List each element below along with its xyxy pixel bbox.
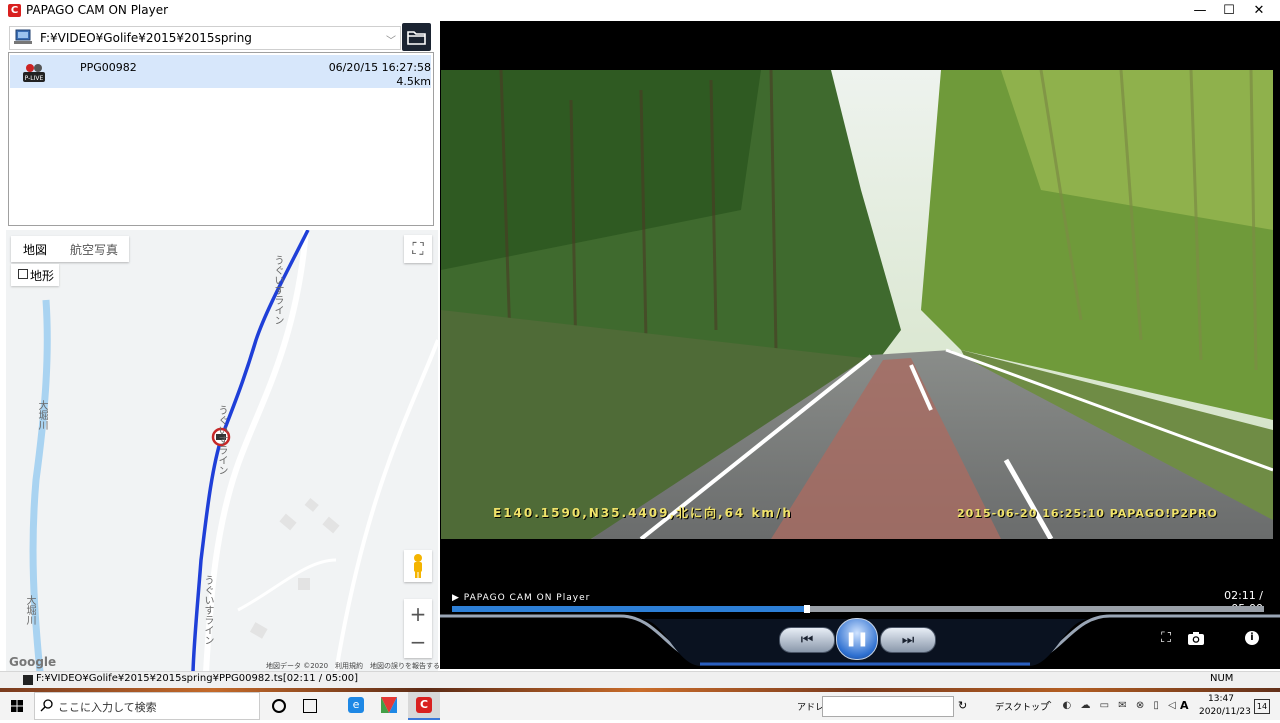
player-label: ▶ PAPAGO CAM ON Player (452, 593, 591, 603)
road-label: うぐいすライン (202, 575, 213, 645)
notification-icon[interactable]: 14 (1254, 699, 1270, 714)
p-live-icon: P-LIVE (22, 63, 46, 83)
search-placeholder: ここに入力して検索 (58, 701, 157, 714)
file-distance: 4.5km (396, 75, 431, 88)
river-label: 大堀川 (24, 595, 35, 625)
zoom-in-button[interactable]: + (404, 601, 432, 627)
map-fullscreen-button[interactable]: ⛶ (404, 235, 432, 263)
refresh-icon[interactable]: ↻ (958, 699, 967, 712)
snapshot-button[interactable] (1187, 630, 1205, 646)
window-title: PAPAGO CAM ON Player (26, 3, 169, 17)
pause-button[interactable]: ❚❚ (836, 618, 878, 660)
tab-map[interactable]: 地図 (23, 241, 47, 258)
terrain-label: 地形 (30, 269, 55, 283)
info-button[interactable]: i (1245, 631, 1259, 645)
title-bar (0, 0, 1280, 21)
address-input[interactable] (822, 696, 954, 717)
edge-icon[interactable]: e (348, 697, 364, 713)
path-text: F:¥VIDEO¥Golife¥2015¥2015spring (40, 31, 252, 45)
task-view-icon[interactable] (303, 699, 317, 713)
minimize-button[interactable]: — (1185, 0, 1215, 21)
close-button[interactable]: ✕ (1244, 0, 1274, 21)
camera-icon (1188, 632, 1204, 645)
road-label: うぐいすライン (272, 255, 283, 325)
skip-back-icon: ⏮ (800, 632, 814, 648)
taskbar-app-icon[interactable] (381, 697, 397, 713)
papago-icon: C (416, 697, 432, 713)
open-folder-button[interactable] (402, 23, 431, 51)
seek-handle[interactable] (804, 605, 810, 613)
windows-icon (11, 700, 23, 712)
clock-date[interactable]: 2020/11/23 (1199, 707, 1251, 717)
street-view-button[interactable] (404, 550, 432, 582)
zoom-out-button[interactable]: − (404, 629, 432, 655)
app-icon: C (8, 4, 21, 17)
dashcam-image (441, 70, 1273, 539)
next-button[interactable]: ⏭ (880, 627, 936, 653)
gps-speed-overlay: E140.1590,N35.4409,北に向,64 km/h (493, 506, 793, 520)
taskbar-papago-button[interactable]: C (408, 692, 440, 720)
status-text: F:¥VIDEO¥Golife¥2015¥2015spring¥PPG00982… (36, 673, 359, 684)
seek-progress (452, 606, 807, 612)
play-status-icon (23, 675, 33, 685)
file-name: PPG00982 (80, 61, 137, 74)
chevron-down-icon[interactable]: ﹀ (386, 32, 396, 47)
svg-text:P-LIVE: P-LIVE (25, 75, 44, 82)
clock-time[interactable]: 13:47 (1199, 694, 1243, 704)
drive-icon (14, 29, 32, 44)
road (237, 558, 337, 612)
fullscreen-icon: ⛶ (1161, 630, 1171, 646)
tray-icons[interactable]: ⌃ ◐ ☁ ▭ ✉ ⊗ ▯ ◁ (1045, 700, 1179, 711)
fullscreen-icon: ⛶ (412, 239, 424, 258)
map-attribution[interactable]: 地図データ ©2020 利用規約 地図の誤りを報告する (266, 661, 440, 671)
video-frame[interactable] (441, 70, 1273, 539)
pegman-icon (414, 554, 422, 578)
timestamp-overlay: 2015-06-20 16:25:10 PAPAGO!P2PRO (957, 507, 1218, 520)
terrain-checkbox[interactable] (18, 269, 28, 279)
fullscreen-button[interactable]: ⛶ (1157, 629, 1175, 647)
maximize-button[interactable]: ☐ (1214, 0, 1244, 21)
desktop-toolbar-label[interactable]: デスクトップ (995, 700, 1049, 713)
numlock-indicator: NUM (1210, 673, 1234, 684)
search-icon (40, 698, 54, 712)
tab-aerial[interactable]: 航空写真 (70, 241, 118, 258)
pause-icon: ❚❚ (845, 631, 869, 647)
cortana-icon[interactable] (272, 699, 286, 713)
folder-icon (407, 31, 426, 45)
ime-icon[interactable]: A (1180, 699, 1189, 712)
start-button[interactable] (0, 692, 34, 720)
river-label: 大堀川 (36, 400, 47, 430)
google-logo: Google (9, 655, 57, 669)
file-datetime: 06/20/15 16:27:58 (328, 61, 431, 74)
info-icon: i (1250, 632, 1254, 643)
previous-button[interactable]: ⏮ (779, 627, 835, 653)
road-label: うぐいすライン (216, 405, 227, 475)
skip-forward-icon: ⏭ (901, 632, 915, 648)
